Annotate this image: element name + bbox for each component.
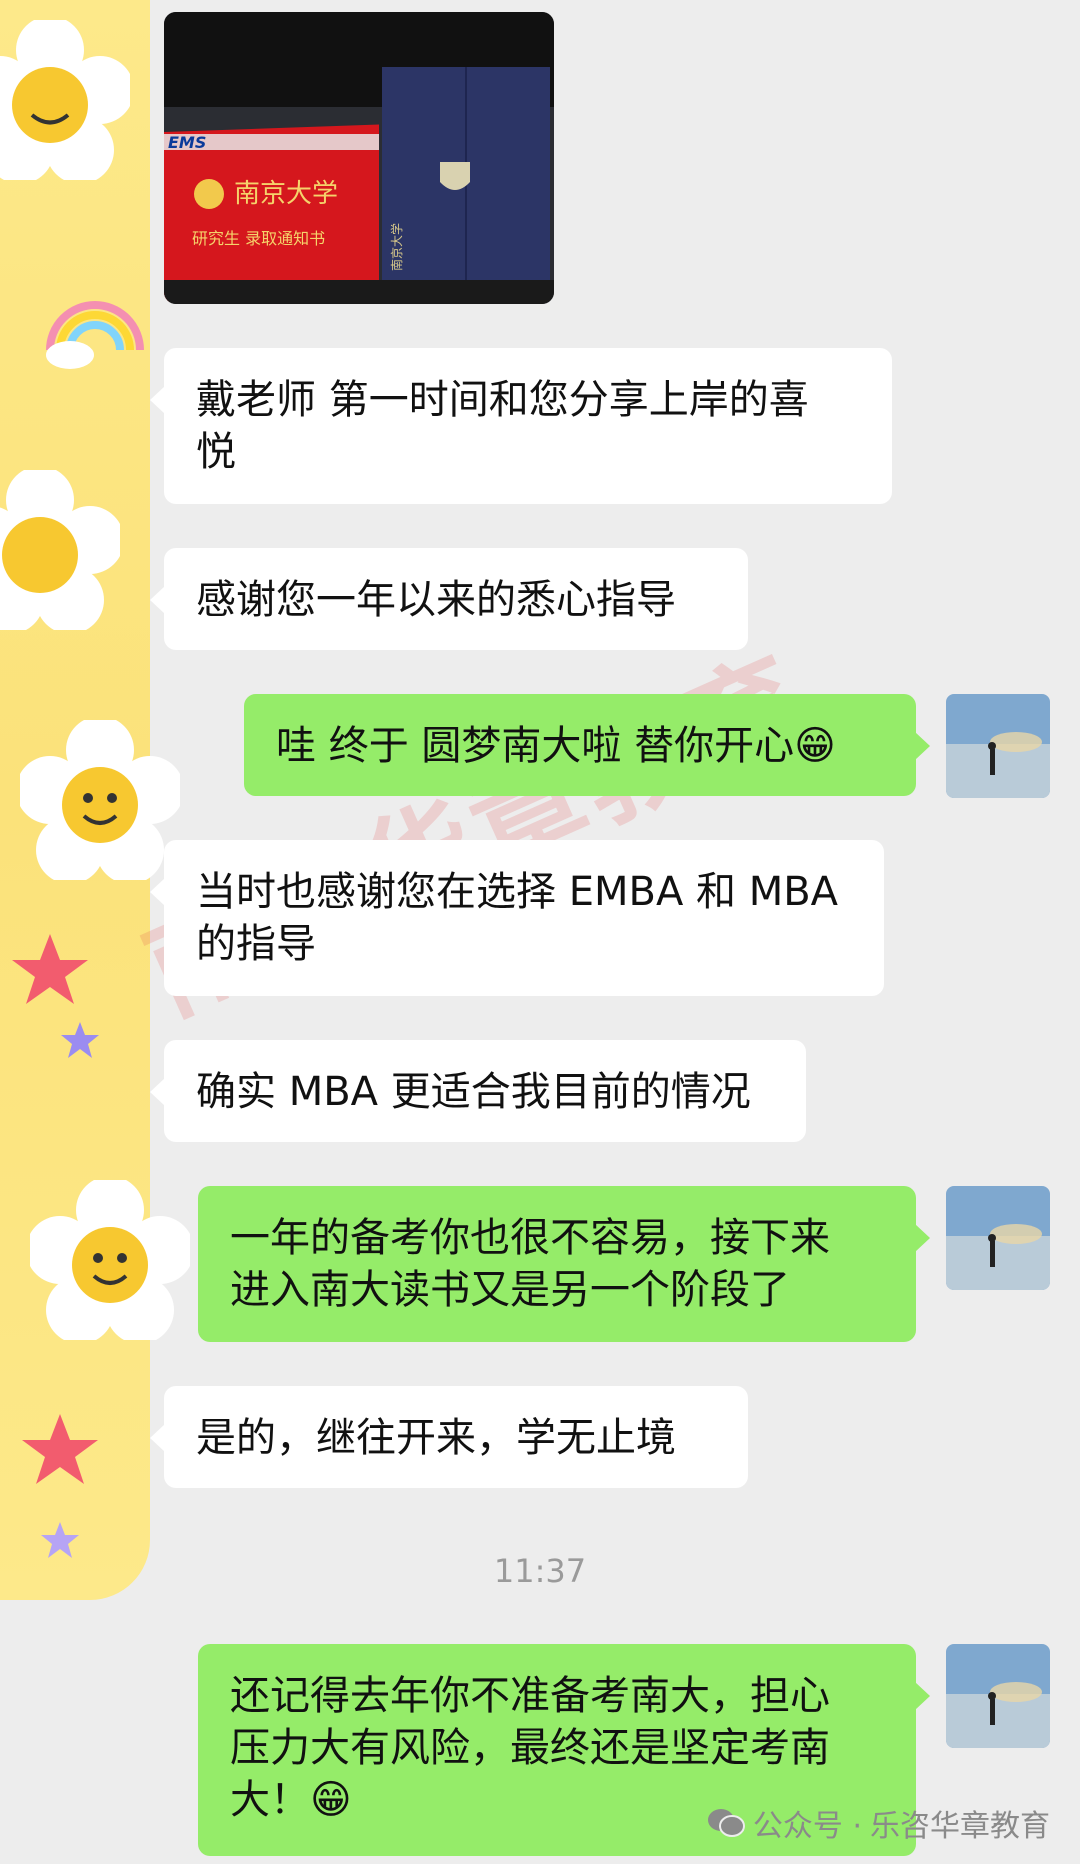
folder-title: 南京大学 bbox=[389, 223, 404, 271]
star-sticker bbox=[61, 1022, 99, 1058]
footer-prefix: 公众号 · bbox=[752, 1809, 862, 1844]
user-avatar[interactable] bbox=[946, 1644, 1050, 1748]
smiley-flower-sticker bbox=[0, 470, 120, 630]
star-sticker bbox=[12, 934, 88, 1004]
message-bubble-outgoing[interactable]: 哇 终于 圆梦南大啦 替你开心😁 bbox=[244, 694, 930, 796]
avatar-beach-image bbox=[946, 1186, 1050, 1290]
wechat-icon bbox=[707, 1809, 745, 1837]
user-avatar[interactable] bbox=[946, 694, 1050, 798]
account-attribution: 公众号 · 乐咨华章教育 bbox=[707, 1801, 1050, 1845]
user-avatar[interactable] bbox=[946, 1186, 1050, 1290]
message-bubble-outgoing[interactable]: 一年的备考你也很不容易，接下来 进入南大读书又是另一个阶段了 bbox=[198, 1186, 930, 1342]
star-sticker bbox=[22, 1414, 98, 1484]
message-bubble-incoming[interactable]: 戴老师 第一时间和您分享上岸的喜 悦 bbox=[150, 348, 892, 504]
smiley-flower-sticker bbox=[0, 20, 130, 180]
avatar-beach-image bbox=[946, 694, 1050, 798]
rainbow-sticker bbox=[46, 301, 144, 369]
letter-subtitle: 研究生 录取通知书 bbox=[192, 229, 325, 248]
smiley-flower-sticker bbox=[30, 1180, 190, 1340]
message-bubble-incoming[interactable]: 感谢您一年以来的悉心指导 bbox=[150, 548, 748, 650]
ems-logo: EMS bbox=[168, 133, 206, 152]
admission-letter-photo[interactable]: EMS 南京大学 研究生 录取通知书 南京大学 bbox=[164, 12, 554, 304]
message-bubble-incoming[interactable]: 当时也感谢您在选择 EMBA 和 MBA 的指导 bbox=[150, 840, 884, 996]
timestamp: 11:37 bbox=[493, 1552, 587, 1590]
footer-account-name[interactable]: 乐咨华章教育 bbox=[870, 1801, 1050, 1845]
message-bubble-incoming[interactable]: 是的，继往开来，学无止境 bbox=[150, 1386, 748, 1488]
avatar-beach-image bbox=[946, 1644, 1050, 1748]
smiley-flower-sticker bbox=[20, 720, 180, 880]
letter-title: 南京大学 bbox=[234, 179, 338, 209]
message-bubble-incoming[interactable]: 确实 MBA 更适合我目前的情况 bbox=[150, 1040, 806, 1142]
